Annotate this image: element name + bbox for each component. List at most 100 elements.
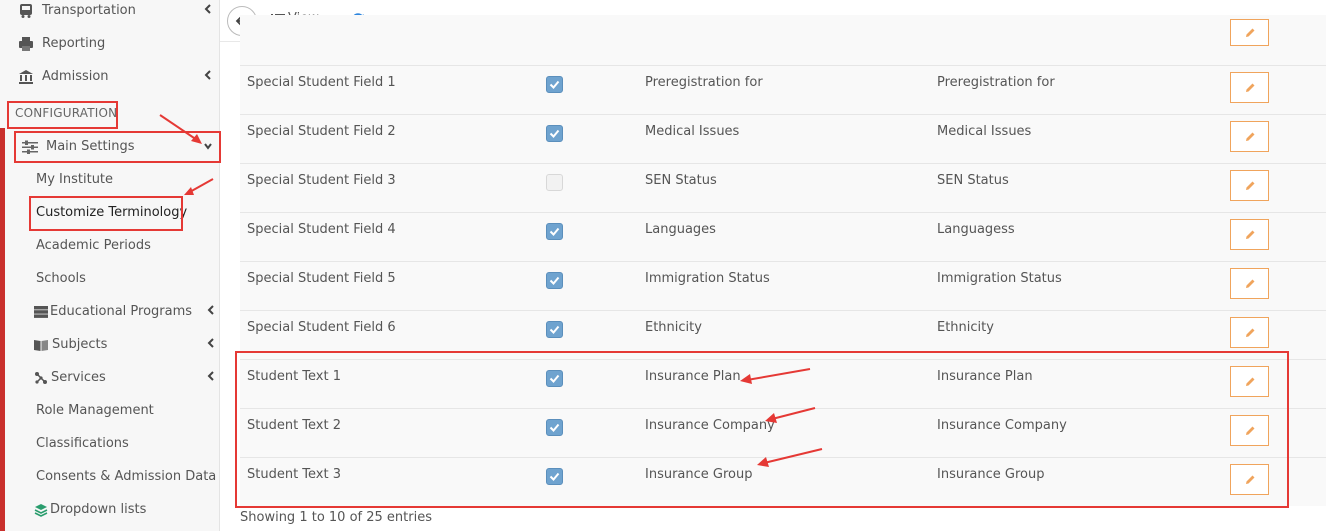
sidebar-item-label: Main Settings bbox=[46, 139, 135, 154]
custom-term: Ethnicity bbox=[937, 320, 994, 335]
sidebar-item-customize-terminology[interactable]: Customize Terminology bbox=[36, 196, 187, 229]
network-icon bbox=[34, 371, 48, 385]
edit-button[interactable] bbox=[1230, 19, 1269, 46]
edit-button[interactable] bbox=[1230, 268, 1269, 299]
edit-button[interactable] bbox=[1230, 366, 1269, 397]
sidebar-item-admission[interactable]: Admission bbox=[0, 60, 220, 93]
server-icon bbox=[34, 305, 48, 319]
default-term: Insurance Group bbox=[645, 467, 753, 482]
edit-button[interactable] bbox=[1230, 317, 1269, 348]
custom-term: Languagess bbox=[937, 222, 1015, 237]
field-name: Student Text 1 bbox=[247, 369, 342, 384]
field-name: Special Student Field 1 bbox=[247, 75, 396, 90]
edit-button[interactable] bbox=[1230, 170, 1269, 201]
default-term: Insurance Plan bbox=[645, 369, 741, 384]
table-row: Special Student Field 2 Medical Issues Med… bbox=[240, 114, 1326, 163]
pencil-icon bbox=[1245, 426, 1254, 435]
edit-button[interactable] bbox=[1230, 72, 1269, 103]
pencil-icon bbox=[1245, 377, 1254, 386]
edit-button[interactable] bbox=[1230, 219, 1269, 250]
enabled-checkbox[interactable] bbox=[546, 419, 563, 436]
sidebar-item-label: Dropdown lists bbox=[50, 502, 147, 517]
field-name: Special Student Field 6 bbox=[247, 320, 396, 335]
sidebar-item-schools[interactable]: Schools bbox=[36, 262, 86, 295]
sidebar-item-label: Services bbox=[51, 370, 106, 385]
custom-term: Preregistration for bbox=[937, 75, 1055, 90]
table-row: Special Student Field 6 Ethnicity Ethnicit… bbox=[240, 310, 1326, 359]
enabled-checkbox[interactable] bbox=[546, 468, 563, 485]
sidebar-item-label: Educational Programs bbox=[50, 304, 193, 319]
sidebar-item-label: Transportation bbox=[42, 3, 136, 18]
sidebar-item-label: Academic Periods bbox=[36, 238, 151, 253]
chevron-left-icon bbox=[207, 305, 214, 315]
bus-icon bbox=[17, 3, 35, 19]
enabled-checkbox[interactable] bbox=[546, 125, 563, 142]
sidebar-item-services[interactable]: Services bbox=[34, 361, 214, 394]
enabled-checkbox[interactable] bbox=[546, 272, 563, 289]
arrow-annotation bbox=[757, 448, 823, 467]
checkmark-icon bbox=[549, 129, 560, 138]
pencil-icon bbox=[1245, 132, 1254, 141]
pencil-icon bbox=[1245, 279, 1254, 288]
default-term: Ethnicity bbox=[645, 320, 702, 335]
pencil-icon bbox=[1245, 28, 1254, 37]
checkmark-icon bbox=[549, 276, 560, 285]
enabled-checkbox[interactable] bbox=[546, 370, 563, 387]
field-name: Special Student Field 4 bbox=[247, 222, 396, 237]
default-term: Insurance Company bbox=[645, 418, 775, 433]
pencil-icon bbox=[1245, 475, 1254, 484]
checkmark-icon bbox=[549, 80, 560, 89]
sidebar-item-reporting[interactable]: Reporting bbox=[0, 27, 220, 60]
pencil-icon bbox=[1245, 230, 1254, 239]
default-term: SEN Status bbox=[645, 173, 717, 188]
sidebar-item-label: Customize Terminology bbox=[36, 205, 188, 220]
checkmark-icon bbox=[549, 325, 560, 334]
custom-term: SEN Status bbox=[937, 173, 1009, 188]
book-icon bbox=[34, 338, 48, 352]
edit-button[interactable] bbox=[1230, 121, 1269, 152]
custom-term: Immigration Status bbox=[937, 271, 1062, 286]
field-name: Special Student Field 3 bbox=[247, 173, 396, 188]
enabled-checkbox[interactable] bbox=[546, 321, 563, 338]
checkmark-icon bbox=[549, 423, 560, 432]
table-row: Special Student Field 1 Preregistration f… bbox=[240, 65, 1326, 114]
custom-term: Insurance Plan bbox=[937, 369, 1033, 384]
sidebar-item-consents-admission[interactable]: Consents & Admission Data bbox=[36, 460, 216, 493]
layers-icon bbox=[34, 503, 48, 517]
sidebar-item-label: Schools bbox=[36, 271, 86, 286]
edit-button[interactable] bbox=[1230, 464, 1269, 495]
sidebar: Transportation Reporting Admission CONFI… bbox=[0, 0, 221, 531]
entries-info: Showing 1 to 10 of 25 entries bbox=[240, 510, 432, 525]
enabled-checkbox[interactable] bbox=[546, 223, 563, 240]
chevron-left-icon bbox=[207, 338, 214, 348]
sidebar-item-educational-programs[interactable]: Educational Programs bbox=[34, 295, 214, 328]
active-section-bar bbox=[0, 128, 5, 531]
table-row bbox=[240, 15, 1326, 65]
custom-term: Insurance Group bbox=[937, 467, 1045, 482]
pencil-icon bbox=[1245, 83, 1254, 92]
arrow-annotation bbox=[184, 178, 214, 195]
arrow-annotation bbox=[740, 368, 811, 384]
section-label-configuration: CONFIGURATION bbox=[15, 106, 118, 120]
checkmark-icon bbox=[549, 227, 560, 236]
sidebar-item-subjects[interactable]: Subjects bbox=[34, 328, 214, 361]
chevron-left-icon bbox=[204, 4, 211, 14]
sidebar-item-classifications[interactable]: Classifications bbox=[36, 427, 129, 460]
sidebar-item-academic-periods[interactable]: Academic Periods bbox=[36, 229, 151, 262]
edit-button[interactable] bbox=[1230, 415, 1269, 446]
chevron-left-icon bbox=[207, 371, 214, 381]
enabled-checkbox[interactable] bbox=[546, 174, 563, 191]
sidebar-item-dropdown-lists[interactable]: Dropdown lists bbox=[34, 493, 146, 526]
sidebar-item-label: Reporting bbox=[42, 36, 106, 51]
sidebar-item-role-management[interactable]: Role Management bbox=[36, 394, 154, 427]
default-term: Preregistration for bbox=[645, 75, 763, 90]
sidebar-item-label: Subjects bbox=[52, 337, 108, 352]
enabled-checkbox[interactable] bbox=[546, 76, 563, 93]
default-term: Immigration Status bbox=[645, 271, 770, 286]
pencil-icon bbox=[1245, 328, 1254, 337]
sidebar-item-transportation[interactable]: Transportation bbox=[0, 0, 220, 27]
table-row: Special Student Field 5 Immigration Statu… bbox=[240, 261, 1326, 310]
sidebar-item-label: Classifications bbox=[36, 436, 129, 451]
field-name: Student Text 2 bbox=[247, 418, 342, 433]
sidebar-item-my-institute[interactable]: My Institute bbox=[36, 163, 113, 196]
